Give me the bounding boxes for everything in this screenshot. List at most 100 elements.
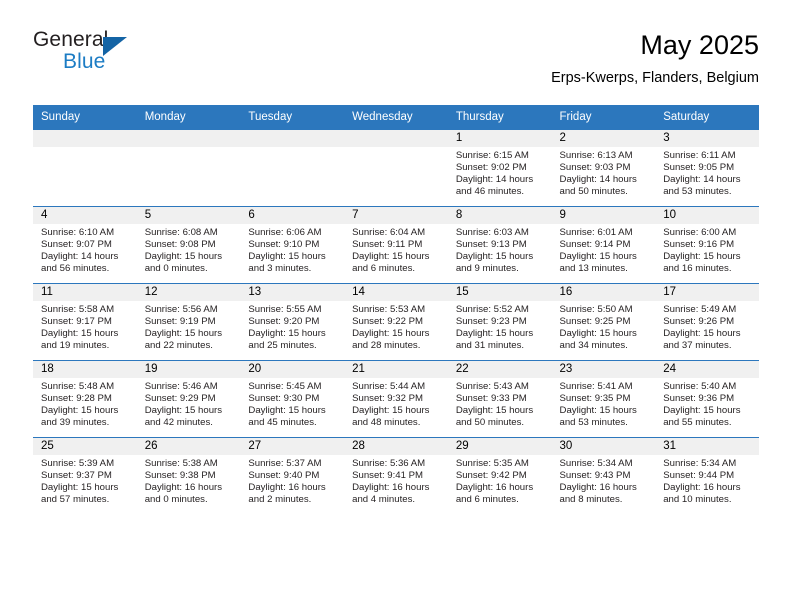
sunset-text: Sunset: 9:19 PM <box>144 316 216 328</box>
sunrise-text: Sunrise: 6:00 AM <box>663 227 737 238</box>
day-details: Sunrise: 5:34 AM Sunset: 9:43 PM Daylight:… <box>552 455 656 506</box>
calendar-day-cell[interactable]: 3 Sunrise: 6:11 AM Sunset: 9:05 PM Daylight… <box>655 129 759 207</box>
sunrise-text: Sunrise: 6:10 AM <box>41 227 115 238</box>
day-number: 21 <box>344 361 448 378</box>
weekday-header-sunday: Sunday <box>33 105 137 130</box>
day-number: 5 <box>136 207 241 224</box>
daylight-text-line1: Daylight: 15 hours <box>663 328 741 340</box>
calendar-day-cell[interactable]: 24 Sunrise: 5:40 AM Sunset: 9:36 PM Dayligh… <box>655 360 759 438</box>
calendar-day-cell[interactable]: 1 Sunrise: 6:15 AM Sunset: 9:02 PM Daylight… <box>447 129 552 207</box>
sunset-text: Sunset: 9:25 PM <box>559 316 631 328</box>
day-details: Sunrise: 5:46 AM Sunset: 9:29 PM Daylight:… <box>137 378 241 429</box>
day-details: Sunrise: 5:37 AM Sunset: 9:40 PM Daylight:… <box>240 455 344 506</box>
sunrise-text: Sunrise: 5:39 AM <box>41 458 115 469</box>
day-number: 15 <box>447 284 552 301</box>
daylight-text-line1: Daylight: 14 hours <box>455 174 534 186</box>
daylight-text-line1: Daylight: 16 hours <box>248 482 326 494</box>
daylight-text-line2: and 53 minutes. <box>663 186 732 198</box>
calendar-day-cell[interactable]: 18 Sunrise: 5:48 AM Sunset: 9:28 PM Dayligh… <box>33 360 137 438</box>
calendar-day-cell-empty[interactable] <box>344 129 448 207</box>
daylight-text-line2: and 10 minutes. <box>663 494 732 506</box>
sunset-text: Sunset: 9:02 PM <box>455 162 527 174</box>
calendar-day-cell[interactable]: 14 Sunrise: 5:53 AM Sunset: 9:22 PM Dayligh… <box>344 283 448 361</box>
calendar-day-cell[interactable]: 5 Sunrise: 6:08 AM Sunset: 9:08 PM Daylight… <box>136 206 241 284</box>
daylight-text-line2: and 56 minutes. <box>41 263 110 275</box>
day-number: 8 <box>447 207 552 224</box>
calendar-day-cell[interactable]: 9 Sunrise: 6:01 AM Sunset: 9:14 PM Daylight… <box>551 206 656 284</box>
calendar-day-cell-empty[interactable] <box>33 129 137 207</box>
daylight-text-line1: Daylight: 15 hours <box>559 328 637 340</box>
daylight-text-line2: and 28 minutes. <box>352 340 421 352</box>
calendar-day-cell[interactable]: 8 Sunrise: 6:03 AM Sunset: 9:13 PM Daylight… <box>447 206 552 284</box>
general-blue-logo: General Blue <box>33 28 243 88</box>
daylight-text-line1: Daylight: 15 hours <box>144 251 223 263</box>
day-details: Sunrise: 5:35 AM Sunset: 9:42 PM Daylight:… <box>448 455 552 506</box>
calendar-day-cell[interactable]: 12 Sunrise: 5:56 AM Sunset: 9:19 PM Dayligh… <box>136 283 241 361</box>
calendar-day-cell[interactable]: 31 Sunrise: 5:34 AM Sunset: 9:44 PM Dayligh… <box>655 437 759 514</box>
calendar-week-row: 11 Sunrise: 5:58 AM Sunset: 9:17 PM Dayligh… <box>33 283 759 361</box>
calendar-day-cell[interactable]: 20 Sunrise: 5:45 AM Sunset: 9:30 PM Dayligh… <box>240 360 345 438</box>
daylight-text-line1: Daylight: 16 hours <box>455 482 534 494</box>
day-number: 24 <box>655 361 759 378</box>
calendar-day-cell[interactable]: 21 Sunrise: 5:44 AM Sunset: 9:32 PM Dayligh… <box>344 360 448 438</box>
sunset-text: Sunset: 9:20 PM <box>248 316 320 328</box>
calendar-day-cell[interactable]: 23 Sunrise: 5:41 AM Sunset: 9:35 PM Dayligh… <box>551 360 656 438</box>
day-number: 17 <box>655 284 759 301</box>
sunrise-text: Sunrise: 5:43 AM <box>455 381 529 392</box>
calendar-day-cell[interactable]: 22 Sunrise: 5:43 AM Sunset: 9:33 PM Dayligh… <box>447 360 552 438</box>
calendar-day-cell[interactable]: 2 Sunrise: 6:13 AM Sunset: 9:03 PM Daylight… <box>551 129 656 207</box>
sunrise-text: Sunrise: 6:11 AM <box>663 150 736 161</box>
daylight-text-line1: Daylight: 15 hours <box>663 251 741 263</box>
daylight-text-line1: Daylight: 15 hours <box>559 251 637 263</box>
daylight-text-line1: Daylight: 15 hours <box>248 405 326 417</box>
sunrise-text: Sunrise: 5:48 AM <box>41 381 115 392</box>
calendar-day-cell[interactable]: 11 Sunrise: 5:58 AM Sunset: 9:17 PM Dayligh… <box>33 283 137 361</box>
page-header: General Blue May 2025 Erps-Kwerps, Fland… <box>33 28 759 98</box>
sunrise-text: Sunrise: 6:01 AM <box>559 227 633 238</box>
day-number: 4 <box>33 207 137 224</box>
calendar-day-cell-empty[interactable] <box>136 129 241 207</box>
calendar-day-cell[interactable]: 26 Sunrise: 5:38 AM Sunset: 9:38 PM Dayligh… <box>136 437 241 514</box>
calendar-page: General Blue May 2025 Erps-Kwerps, Fland… <box>0 0 792 612</box>
sunrise-text: Sunrise: 5:37 AM <box>248 458 322 469</box>
logo-text-general: General <box>33 28 109 51</box>
calendar-day-cell[interactable]: 4 Sunrise: 6:10 AM Sunset: 9:07 PM Daylight… <box>33 206 137 284</box>
calendar-day-cell[interactable]: 13 Sunrise: 5:55 AM Sunset: 9:20 PM Dayligh… <box>240 283 345 361</box>
calendar-day-cell[interactable]: 25 Sunrise: 5:39 AM Sunset: 9:37 PM Dayligh… <box>33 437 137 514</box>
calendar-day-cell[interactable]: 17 Sunrise: 5:49 AM Sunset: 9:26 PM Dayligh… <box>655 283 759 361</box>
sunset-text: Sunset: 9:42 PM <box>455 470 527 482</box>
weekday-header-row: Sunday Monday Tuesday Wednesday Thursday… <box>33 105 759 130</box>
daylight-text-line2: and 3 minutes. <box>248 263 312 275</box>
sunrise-text: Sunrise: 5:36 AM <box>352 458 426 469</box>
day-number: 6 <box>240 207 345 224</box>
calendar-day-cell[interactable]: 28 Sunrise: 5:36 AM Sunset: 9:41 PM Dayligh… <box>344 437 448 514</box>
calendar-day-cell[interactable]: 10 Sunrise: 6:00 AM Sunset: 9:16 PM Dayligh… <box>655 206 759 284</box>
daylight-text-line1: Daylight: 16 hours <box>559 482 637 494</box>
sunset-text: Sunset: 9:35 PM <box>559 393 631 405</box>
day-number: 12 <box>136 284 241 301</box>
day-details: Sunrise: 5:40 AM Sunset: 9:36 PM Daylight:… <box>655 378 759 429</box>
sunset-text: Sunset: 9:10 PM <box>248 239 320 251</box>
day-details: Sunrise: 5:45 AM Sunset: 9:30 PM Daylight:… <box>240 378 344 429</box>
sunset-text: Sunset: 9:29 PM <box>144 393 216 405</box>
calendar-day-cell[interactable]: 16 Sunrise: 5:50 AM Sunset: 9:25 PM Dayligh… <box>551 283 656 361</box>
day-details: Sunrise: 5:39 AM Sunset: 9:37 PM Daylight:… <box>33 455 137 506</box>
calendar-day-cell[interactable]: 7 Sunrise: 6:04 AM Sunset: 9:11 PM Daylight… <box>344 206 448 284</box>
calendar-day-cell[interactable]: 15 Sunrise: 5:52 AM Sunset: 9:23 PM Dayligh… <box>447 283 552 361</box>
day-details: Sunrise: 5:50 AM Sunset: 9:25 PM Daylight:… <box>552 301 656 352</box>
calendar-day-cell[interactable]: 27 Sunrise: 5:37 AM Sunset: 9:40 PM Dayligh… <box>240 437 345 514</box>
calendar-day-cell[interactable]: 30 Sunrise: 5:34 AM Sunset: 9:43 PM Dayligh… <box>551 437 656 514</box>
sunset-text: Sunset: 9:08 PM <box>144 239 216 251</box>
logo-text-blue: Blue <box>63 50 106 73</box>
calendar-day-cell[interactable]: 19 Sunrise: 5:46 AM Sunset: 9:29 PM Dayligh… <box>136 360 241 438</box>
calendar-day-cell[interactable]: 29 Sunrise: 5:35 AM Sunset: 9:42 PM Dayligh… <box>447 437 552 514</box>
daylight-text-line2: and 22 minutes. <box>144 340 213 352</box>
daylight-text-line1: Daylight: 16 hours <box>352 482 430 494</box>
day-number: 26 <box>136 438 241 455</box>
weekday-header-saturday: Saturday <box>655 105 759 130</box>
day-details: Sunrise: 6:08 AM Sunset: 9:08 PM Daylight:… <box>137 224 241 275</box>
sunrise-text: Sunrise: 5:44 AM <box>352 381 426 392</box>
day-number: 14 <box>344 284 448 301</box>
calendar-day-cell[interactable]: 6 Sunrise: 6:06 AM Sunset: 9:10 PM Daylight… <box>240 206 345 284</box>
calendar-day-cell-empty[interactable] <box>240 129 345 207</box>
